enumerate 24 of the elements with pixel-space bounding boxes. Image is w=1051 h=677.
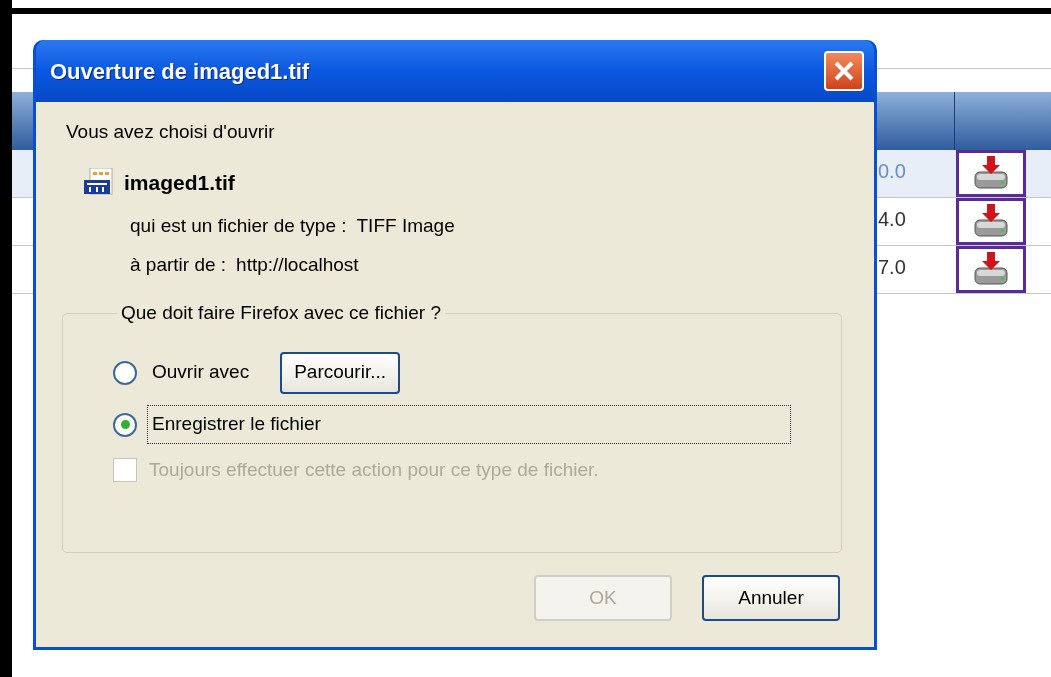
radio-button[interactable] (113, 360, 137, 385)
source-value: http://localhost (236, 252, 359, 277)
close-button[interactable] (824, 51, 864, 91)
group-label: Que doit faire Firefox avec ce fichier ? (120, 301, 442, 325)
source-label: à partir de : (130, 252, 227, 277)
option-label[interactable]: Enregistrer le fichier (147, 405, 791, 444)
file-name: imaged1.tif (124, 169, 235, 196)
close-icon (833, 60, 855, 82)
download-button[interactable] (956, 246, 1026, 293)
image-file-icon (84, 168, 114, 197)
intro-text: Vous avez choisi d'ouvrir (66, 120, 276, 144)
window-title: Ouverture de imaged1.tif (50, 57, 310, 86)
radio-button[interactable] (113, 412, 137, 437)
type-label: qui est un fichier de type : (130, 214, 347, 238)
table-cell-text: 7.0 (878, 255, 907, 280)
dialog-button[interactable]: Annuler (702, 575, 840, 621)
download-button[interactable] (956, 198, 1026, 245)
option-label[interactable]: Ouvrir avec (147, 353, 255, 392)
download-button[interactable] (956, 150, 1026, 197)
browse-button[interactable]: Parcourir... (280, 351, 400, 394)
checkbox-label: Toujours effectuer cette action pour ce type de fichier. (149, 457, 599, 482)
table-cell-text: 0.0 (878, 159, 907, 184)
type-value: TIFF Image (356, 214, 455, 238)
table-cell-text: 4.0 (878, 207, 907, 232)
